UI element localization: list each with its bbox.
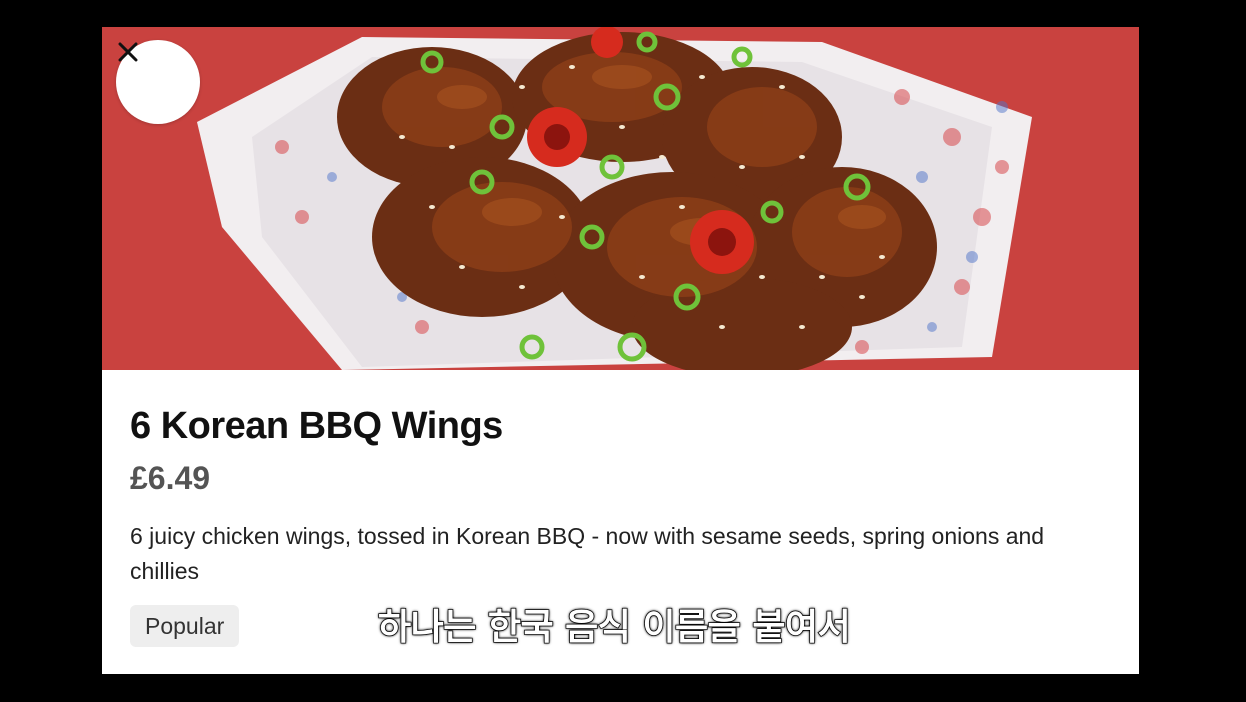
close-button[interactable] [116, 40, 200, 124]
popular-badge: Popular [130, 605, 240, 647]
video-subtitle: 하나는 한국 음식 이름을 붙여서 [377, 606, 851, 649]
item-price: £6.49 [130, 460, 211, 496]
item-hero-image [102, 27, 1139, 370]
close-icon [118, 42, 138, 62]
item-description: 6 juicy chicken wings, tossed in Korean … [130, 523, 1045, 584]
korean-bbq-wings-photo [102, 27, 1139, 370]
item-detail-modal: 6 Korean BBQ Wings £6.49 6 juicy chicken… [102, 27, 1139, 674]
item-title: 6 Korean BBQ Wings [130, 405, 503, 447]
